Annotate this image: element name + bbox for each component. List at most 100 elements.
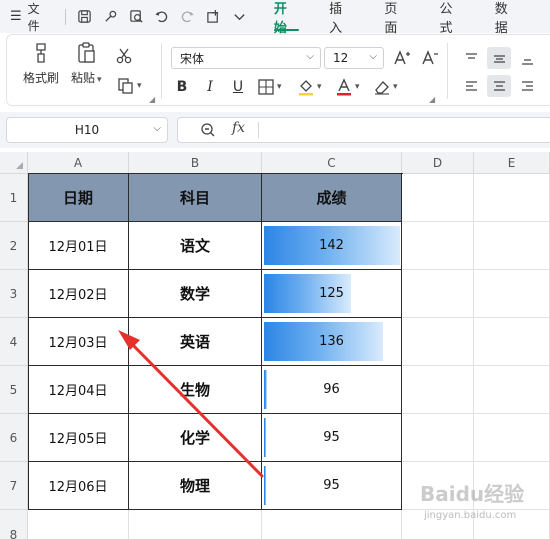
clipboard-launcher-icon[interactable]: ◢ — [149, 95, 155, 104]
score-cell[interactable]: 125 — [262, 270, 402, 318]
subject-cell[interactable]: 英语 — [129, 318, 262, 366]
cut-button[interactable] — [115, 47, 133, 65]
align-left-icon — [465, 80, 477, 91]
tab-home[interactable]: 开始 — [273, 0, 300, 36]
row-header-3[interactable]: 3 — [0, 270, 28, 318]
font-color-button[interactable]: ▾ — [335, 78, 360, 96]
align-center-button[interactable] — [487, 75, 511, 97]
bold-button[interactable]: B — [171, 77, 193, 97]
watermark-logo: Baidu经验 — [420, 482, 525, 506]
align-middle-icon — [493, 54, 505, 63]
score-cell[interactable]: 96 — [262, 366, 402, 414]
divider — [258, 122, 259, 138]
column-header-d[interactable]: D — [402, 152, 474, 174]
redo-icon[interactable] — [177, 6, 199, 28]
print-preview-icon[interactable] — [125, 6, 147, 28]
data-bar — [264, 466, 266, 505]
paste-button[interactable]: 粘贴 ▾ — [71, 41, 102, 86]
score-cell[interactable]: 95 — [262, 414, 402, 462]
subject-cell[interactable]: 语文 — [129, 222, 262, 270]
column-header-c[interactable]: C — [262, 152, 402, 174]
table-border-left — [28, 173, 29, 510]
align-left-button[interactable] — [459, 75, 483, 97]
file-menu-label: 文件 — [27, 1, 40, 33]
header-cell-date[interactable]: 日期 — [28, 174, 129, 222]
decrease-font-size-button[interactable] — [421, 49, 439, 67]
column-header-a[interactable]: A — [28, 152, 129, 174]
row-header-7[interactable]: 7 — [0, 462, 28, 510]
underline-button[interactable]: U — [227, 77, 249, 97]
date-cell[interactable]: 12月01日 — [28, 222, 129, 270]
font-decrease-icon — [422, 50, 438, 65]
row-header-8[interactable]: 8 — [0, 510, 28, 539]
zoom-icon[interactable] — [200, 122, 216, 138]
file-menu[interactable]: ☰ 文件 — [0, 0, 59, 33]
align-center-icon — [493, 80, 505, 91]
align-right-button[interactable] — [515, 75, 539, 97]
format-painter-button[interactable]: 格式刷 — [23, 41, 59, 86]
save-icon[interactable] — [74, 6, 96, 28]
font-increase-icon — [394, 50, 410, 65]
score-value: 125 — [319, 286, 344, 301]
subject-cell[interactable]: 化学 — [129, 414, 262, 462]
row-header-5[interactable]: 5 — [0, 366, 28, 414]
score-value: 96 — [323, 382, 340, 397]
data-bar — [264, 418, 266, 457]
row-header-2[interactable]: 2 — [0, 222, 28, 270]
increase-font-size-button[interactable] — [393, 49, 411, 67]
hamburger-icon: ☰ — [10, 9, 22, 24]
align-top-button[interactable] — [459, 47, 483, 69]
date-cell[interactable]: 12月03日 — [28, 318, 129, 366]
score-value: 136 — [319, 334, 344, 349]
export-icon[interactable] — [100, 6, 122, 28]
date-cell[interactable]: 12月04日 — [28, 366, 129, 414]
menu-bar: ☰ 文件 开始 插入 页面 公式 数据 — [0, 0, 550, 36]
fill-bucket-icon — [299, 80, 313, 96]
select-all-corner[interactable] — [0, 152, 28, 174]
customize-icon[interactable] — [203, 6, 225, 28]
paste-label: 粘贴 ▾ — [71, 71, 102, 85]
tab-insert[interactable]: 插入 — [329, 0, 354, 36]
subject-cell[interactable]: 物理 — [129, 462, 262, 510]
clear-format-button[interactable]: ▾ — [373, 78, 398, 96]
date-cell[interactable]: 12月02日 — [28, 270, 129, 318]
fill-color-button[interactable]: ▾ — [297, 78, 322, 96]
score-value: 95 — [323, 430, 340, 445]
border-button[interactable]: ▾ — [257, 78, 282, 96]
subject-cell[interactable]: 生物 — [129, 366, 262, 414]
font-launcher-icon[interactable]: ◢ — [429, 95, 435, 104]
insert-function-icon[interactable]: fx — [232, 120, 245, 136]
italic-button[interactable]: I — [199, 77, 221, 97]
score-cell[interactable]: 136 — [262, 318, 402, 366]
row-header-1[interactable]: 1 — [0, 174, 28, 222]
tab-data[interactable]: 数据 — [495, 0, 520, 36]
row-header-6[interactable]: 6 — [0, 414, 28, 462]
column-header-e[interactable]: E — [474, 152, 550, 174]
ribbon-tabs: 开始 插入 页面 公式 数据 — [273, 0, 550, 36]
tab-page[interactable]: 页面 — [384, 0, 409, 36]
chevron-down-icon[interactable] — [228, 6, 250, 28]
chevron-down-icon: ⌵ — [369, 51, 377, 62]
date-cell[interactable]: 12月06日 — [28, 462, 129, 510]
align-bottom-icon — [521, 58, 533, 65]
formula-input[interactable]: fx — [177, 117, 550, 143]
align-bottom-button[interactable] — [515, 47, 539, 69]
format-painter-label: 格式刷 — [23, 71, 60, 85]
font-name-select[interactable]: 宋体 ⌵ — [171, 47, 321, 69]
tab-formula[interactable]: 公式 — [440, 0, 465, 36]
row-header-4[interactable]: 4 — [0, 318, 28, 366]
subject-cell[interactable]: 数学 — [129, 270, 262, 318]
font-size-select[interactable]: 12 ⌵ — [324, 47, 384, 69]
date-cell[interactable]: 12月05日 — [28, 414, 129, 462]
align-middle-button[interactable] — [487, 47, 511, 69]
copy-button[interactable]: ▾ — [117, 77, 142, 95]
score-cell[interactable]: 142 — [262, 222, 402, 270]
header-cell-subject[interactable]: 科目 — [129, 174, 262, 222]
eraser-icon — [375, 81, 389, 95]
undo-icon[interactable] — [151, 6, 173, 28]
name-box[interactable]: H10 ⌵ — [6, 117, 168, 143]
score-cell[interactable]: 95 — [262, 462, 402, 510]
header-cell-score[interactable]: 成绩 — [262, 174, 402, 222]
data-bar — [264, 370, 267, 409]
column-header-b[interactable]: B — [129, 152, 262, 174]
